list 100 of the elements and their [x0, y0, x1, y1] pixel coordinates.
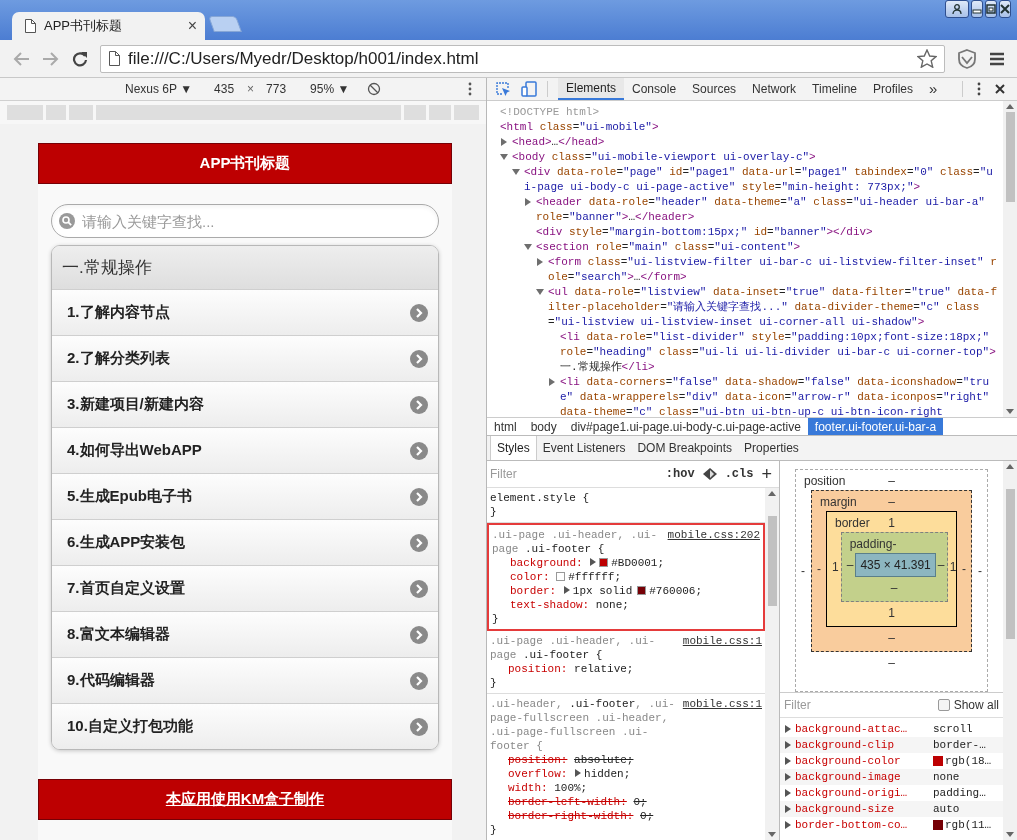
width-field[interactable]: 435 [214, 80, 235, 98]
dom-node[interactable]: <div data-role="page" id="page1" data-url="page1" tabindex="0" class="ui-page ui-body-c ui-page-active" style="min-height: 773px;"> [524, 165, 997, 195]
scroll-up-icon[interactable] [1006, 104, 1014, 109]
source-link[interactable]: mobile.css:202 [667, 528, 760, 542]
list-item[interactable]: 2.了解分类列表 [52, 335, 438, 381]
zoom-dropdown[interactable]: 95% ▼ [310, 80, 350, 98]
css-selector[interactable]: .ui-header, .ui-footer, .ui-page-fullscreen .ui-header, .ui-page-fullscreen .ui-footer { [490, 697, 679, 753]
list-item[interactable]: 6.生成APP安装包 [52, 519, 438, 565]
dom-node[interactable]: <header data-role="header" data-theme="a" class="ui-header ui-bar-a" role="banner">…</header> [536, 195, 997, 225]
height-field[interactable]: 773 [266, 80, 287, 98]
expand-triangle-icon[interactable] [562, 586, 571, 594]
computed-property-name[interactable]: background-color [795, 752, 933, 770]
arrow-right-icon[interactable] [410, 625, 428, 644]
devtools-tab[interactable]: Console [624, 78, 685, 100]
source-link[interactable]: mobile.css:1 [682, 697, 762, 711]
minimize-button[interactable] [971, 0, 983, 18]
expand-triangle-icon[interactable] [536, 288, 544, 296]
css-property-value[interactable]: absolute; [574, 754, 634, 766]
devtools-tab[interactable]: Profiles [865, 78, 922, 100]
scrollbar-thumb[interactable] [1005, 489, 1015, 639]
search-field[interactable]: 请输入关键字查找... [51, 204, 439, 238]
css-property-name[interactable]: border: [510, 585, 557, 597]
css-property-value[interactable]: #760006; [649, 585, 703, 597]
breadcrumb[interactable]: div#page1.ui-page.ui-body-c.ui-page-active [563, 418, 808, 435]
close-window-button[interactable] [999, 0, 1011, 18]
scrollbar[interactable] [765, 488, 779, 840]
css-property-value[interactable]: relative; [574, 663, 634, 675]
list-item[interactable]: 1.了解内容节点 [52, 289, 438, 335]
list-item[interactable]: 3.新建项目/新建内容 [52, 381, 438, 427]
source-link[interactable]: mobile.css:1 [682, 634, 762, 648]
css-property-value[interactable]: #BD0001; [611, 557, 665, 569]
list-item[interactable]: 7.首页自定义设置 [52, 565, 438, 611]
checkbox-label[interactable]: Show all [953, 696, 999, 714]
expand-triangle-icon[interactable] [512, 168, 520, 176]
arrow-right-icon[interactable] [410, 349, 428, 368]
arrow-right-icon[interactable] [410, 533, 428, 552]
devtools-tab[interactable]: Sources [684, 78, 745, 100]
filter-field[interactable]: Filter [784, 696, 938, 714]
css-property-value[interactable]: #ffffff; [568, 571, 622, 583]
computed-property-name[interactable]: background-origi… [795, 784, 933, 802]
css-property-name[interactable]: width: [508, 782, 548, 794]
device-mode-icon[interactable] [521, 81, 537, 97]
arrow-right-icon[interactable] [410, 395, 428, 414]
rotate-icon[interactable] [367, 82, 382, 96]
expand-triangle-icon[interactable] [574, 769, 583, 777]
devtools-tab[interactable]: Elements [558, 78, 625, 100]
breadcrumb[interactable]: footer.ui-footer.ui-bar-a [807, 418, 944, 435]
css-property-name[interactable]: color: [510, 571, 550, 583]
arrow-right-icon[interactable] [410, 303, 428, 322]
computed-property-name[interactable]: border-bottom-co… [795, 816, 933, 834]
dom-node[interactable]: <div style="margin-bottom:15px;" id="banner"></div> [536, 225, 997, 240]
breadcrumb[interactable]: body [523, 418, 564, 435]
expand-triangle-icon[interactable] [536, 258, 544, 266]
css-property-value[interactable]: 0; [640, 810, 654, 822]
computed-property-name[interactable]: background-clip [795, 736, 933, 754]
maximize-button[interactable] [985, 0, 997, 18]
close-tab-button[interactable]: × [187, 18, 197, 34]
css-property-name[interactable]: text-shadow: [510, 599, 590, 611]
color-swatch[interactable] [599, 558, 609, 567]
scroll-up-icon[interactable] [768, 491, 776, 496]
expand-triangle-icon[interactable] [524, 243, 532, 251]
dom-node[interactable]: <li data-role="list-divider" style="padding:10px;font-size:18px;" role="heading" class="ui-li ui-li-divider ui-bar-c ui-corner-top">一.常规操作</li> [560, 330, 997, 375]
scrollbar[interactable] [1003, 461, 1017, 840]
show-all-checkbox[interactable] [937, 699, 950, 711]
css-property-value[interactable]: none; [595, 599, 629, 611]
device-dropdown[interactable]: Nexus 6P ▼ [125, 80, 193, 98]
css-property-name[interactable]: border-right-width: [508, 810, 634, 822]
styles-tab[interactable]: Properties [738, 436, 805, 460]
expand-triangle-icon[interactable] [524, 198, 532, 206]
dom-node[interactable]: <form class="ui-listview-filter ui-bar-c ui-listview-filter-inset" role="search">…</form> [548, 255, 997, 285]
css-property-name[interactable]: overflow: [508, 768, 568, 780]
css-property-value[interactable]: 100%; [554, 782, 588, 794]
scroll-down-icon[interactable] [1006, 832, 1014, 837]
expand-triangle-icon[interactable] [589, 558, 598, 566]
list-item[interactable]: 8.富文本编辑器 [52, 611, 438, 657]
devtools-tab[interactable]: Timeline [804, 78, 865, 100]
dom-node[interactable]: <section role="main" class="ui-content"> [536, 240, 997, 255]
devtools-tab[interactable]: Network [744, 78, 805, 100]
shield-icon[interactable] [957, 48, 977, 69]
css-property-name[interactable]: position: [508, 663, 568, 675]
arrow-right-icon[interactable] [410, 671, 428, 690]
scroll-up-icon[interactable] [1006, 464, 1014, 469]
new-rule-button[interactable]: + [761, 465, 776, 483]
filter-field[interactable]: Filter [490, 465, 658, 483]
computed-property-name[interactable]: background-size [795, 800, 933, 818]
list-item[interactable]: 10.自定义打包功能 [52, 703, 438, 749]
expand-triangle-icon[interactable] [500, 153, 508, 161]
css-property-value[interactable]: hidden; [584, 768, 631, 780]
css-property-name[interactable]: border-left-width: [508, 796, 627, 808]
css-property-name[interactable]: position: [508, 754, 568, 766]
scroll-down-icon[interactable] [768, 832, 776, 837]
scrollbar[interactable] [1003, 101, 1017, 417]
list-item[interactable]: 5.生成Epub电子书 [52, 473, 438, 519]
scrollbar-thumb[interactable] [767, 516, 777, 606]
dom-node[interactable]: <li data-corners="false" data-shadow="false" data-iconshadow="true" data-wrapperels="div" data-icon="arrow-r" data-iconpos="right" data-theme="c" class="ui-btn ui-btn-up-c ui-btn-icon-right [560, 375, 997, 417]
css-property-name[interactable]: background: [510, 557, 583, 569]
breadcrumb[interactable]: html [487, 418, 524, 435]
color-swatch[interactable] [637, 586, 647, 595]
arrow-right-icon[interactable] [410, 717, 428, 736]
list-item[interactable]: 4.如何导出WebAPP [52, 427, 438, 473]
